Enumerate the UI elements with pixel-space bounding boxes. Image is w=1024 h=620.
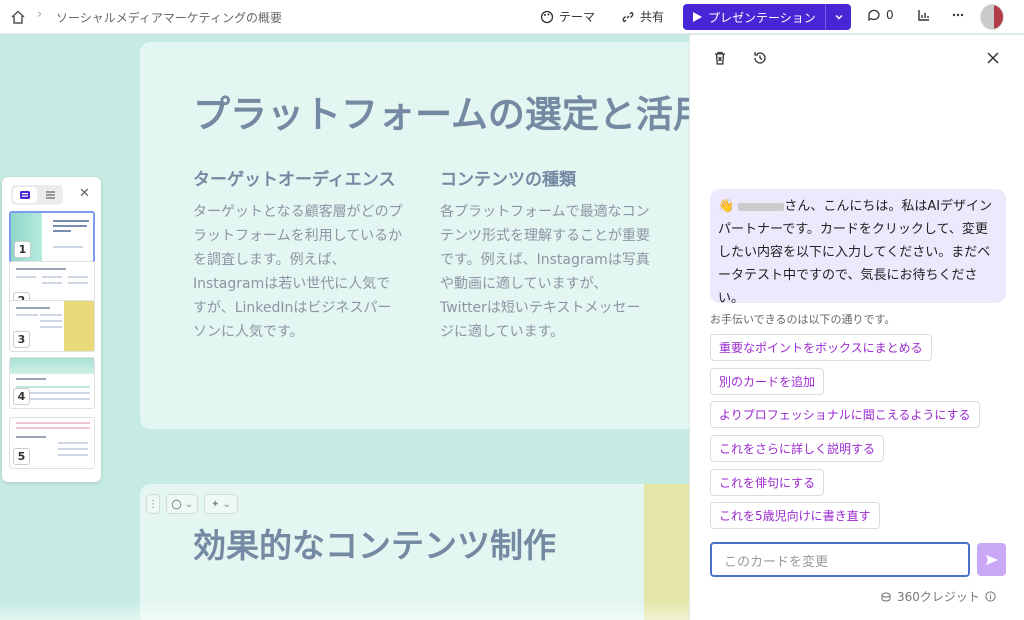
- send-button[interactable]: [977, 543, 1006, 576]
- chevron-down-icon: [834, 14, 843, 20]
- coins-icon: [881, 591, 891, 602]
- info-icon[interactable]: [985, 591, 996, 602]
- close-icon[interactable]: ✕: [79, 186, 90, 201]
- content-column: ターゲットオーディエンス ターゲットとなる顧客層がどのプラットフォームを利用して…: [193, 168, 403, 344]
- analytics-button[interactable]: [917, 8, 931, 22]
- credits-label: 360クレジット: [897, 590, 980, 604]
- play-icon: [693, 12, 702, 22]
- slide-thumbnail-panel: ✕ 1 2 3 4 5: [2, 177, 101, 482]
- close-icon[interactable]: [985, 50, 1001, 66]
- slide-title: 効果的なコンテンツ制作: [193, 526, 556, 565]
- view-toggle: [11, 185, 63, 205]
- helper-text: お手伝いできるのは以下の通りです。: [710, 313, 896, 326]
- slide-title: プラットフォームの選定と活用: [193, 93, 710, 136]
- share-button[interactable]: 共有: [621, 8, 664, 25]
- avatar[interactable]: [980, 4, 1004, 30]
- comment-icon: [868, 9, 880, 22]
- thumbnail-5[interactable]: 5: [9, 417, 95, 469]
- thumbnail-number: 4: [13, 388, 30, 405]
- history-icon[interactable]: [752, 50, 768, 66]
- palette-icon: [540, 10, 554, 23]
- list-icon: [45, 191, 55, 199]
- ai-assistant-panel: 👋 さん、こんにちは。私はAIデザインパートナーです。カードをクリックして、変更…: [689, 35, 1024, 620]
- suggestion-chip[interactable]: 重要なポイントをボックスにまとめる: [710, 334, 932, 361]
- share-label: 共有: [640, 10, 665, 24]
- theme-label: テーマ: [559, 10, 596, 24]
- column-body: 各プラットフォームで最適なコンテンツ形式を理解することが重要です。例えば、Ins…: [440, 204, 650, 340]
- card-style-button[interactable]: ⌄: [166, 494, 198, 514]
- credits-indicator[interactable]: 360クレジット: [880, 588, 996, 605]
- bar-chart-icon: [918, 10, 929, 21]
- content-column: コンテンツの種類 各プラットフォームで最適なコンテンツ形式を理解することが重要で…: [440, 168, 650, 344]
- ai-prompt-input[interactable]: このカードを変更: [710, 542, 970, 577]
- chevron-down-icon: ⌄: [184, 498, 194, 510]
- slide-card-1[interactable]: プラットフォームの選定と活用 ターゲットオーディエンス ターゲットとなる顧客層が…: [140, 42, 710, 429]
- thumbnail-3[interactable]: 3: [9, 300, 95, 352]
- suggestion-chip[interactable]: よりプロフェッショナルに聞こえるようにする: [710, 401, 980, 428]
- sparkle-icon: ✦: [211, 498, 220, 510]
- column-heading: ターゲットオーディエンス: [193, 170, 396, 190]
- canvas-fade: [0, 600, 689, 620]
- cards-icon: [20, 191, 30, 199]
- breadcrumb-title[interactable]: ソーシャルメディアマーケティングの概要: [56, 9, 282, 26]
- present-dropdown-button[interactable]: [825, 4, 851, 30]
- suggestion-chip[interactable]: これを5歳児向けに書き直す: [710, 502, 880, 529]
- send-icon: [985, 554, 998, 565]
- greeting-text: さん、こんにちは。私はAIデザインパートナーです。カードをクリックして、変更した…: [718, 199, 993, 306]
- thumbnail-number: 5: [13, 448, 30, 465]
- chevron-right-icon: ›: [37, 7, 43, 22]
- column-heading: コンテンツの種類: [440, 170, 576, 190]
- ai-greeting-message: 👋 さん、こんにちは。私はAIデザインパートナーです。カードをクリックして、変更…: [710, 189, 1006, 306]
- more-button[interactable]: [951, 8, 965, 22]
- more-icon: [952, 13, 964, 17]
- top-bar: › ソーシャルメディアマーケティングの概要 テーマ 共有 プレゼンテーション 0: [0, 0, 1024, 34]
- column-body: ターゲットとなる顧客層がどのプラットフォームを利用しているかを調査します。例えば…: [193, 204, 403, 340]
- thumbnail-number: 3: [13, 331, 30, 348]
- thumbnail-1[interactable]: 1: [9, 211, 95, 263]
- comment-count: 0: [886, 8, 894, 22]
- thumbnail-number: 1: [14, 241, 31, 258]
- chevron-down-icon: ⌄: [222, 498, 231, 510]
- palette-icon: [171, 499, 182, 509]
- grid-view-button[interactable]: [13, 187, 37, 203]
- theme-button[interactable]: テーマ: [540, 8, 595, 25]
- list-view-button[interactable]: [40, 187, 60, 203]
- present-button[interactable]: プレゼンテーション: [683, 4, 851, 30]
- suggestion-chip[interactable]: これをさらに詳しく説明する: [710, 435, 885, 462]
- home-icon[interactable]: [10, 9, 26, 25]
- suggestion-chip[interactable]: これを俳句にする: [710, 469, 825, 496]
- suggestion-chip[interactable]: 別のカードを追加: [710, 368, 825, 395]
- link-icon: [622, 11, 634, 22]
- redacted-username: [738, 202, 785, 211]
- thumbnail-4[interactable]: 4: [9, 357, 95, 409]
- wave-hand-icon: 👋: [718, 199, 735, 214]
- ai-edit-button[interactable]: ✦ ⌄: [204, 494, 238, 514]
- present-label: プレゼンテーション: [708, 10, 816, 25]
- trash-icon[interactable]: [712, 50, 728, 66]
- comments-button[interactable]: 0: [867, 8, 894, 22]
- drag-handle[interactable]: ⋮: [146, 494, 160, 514]
